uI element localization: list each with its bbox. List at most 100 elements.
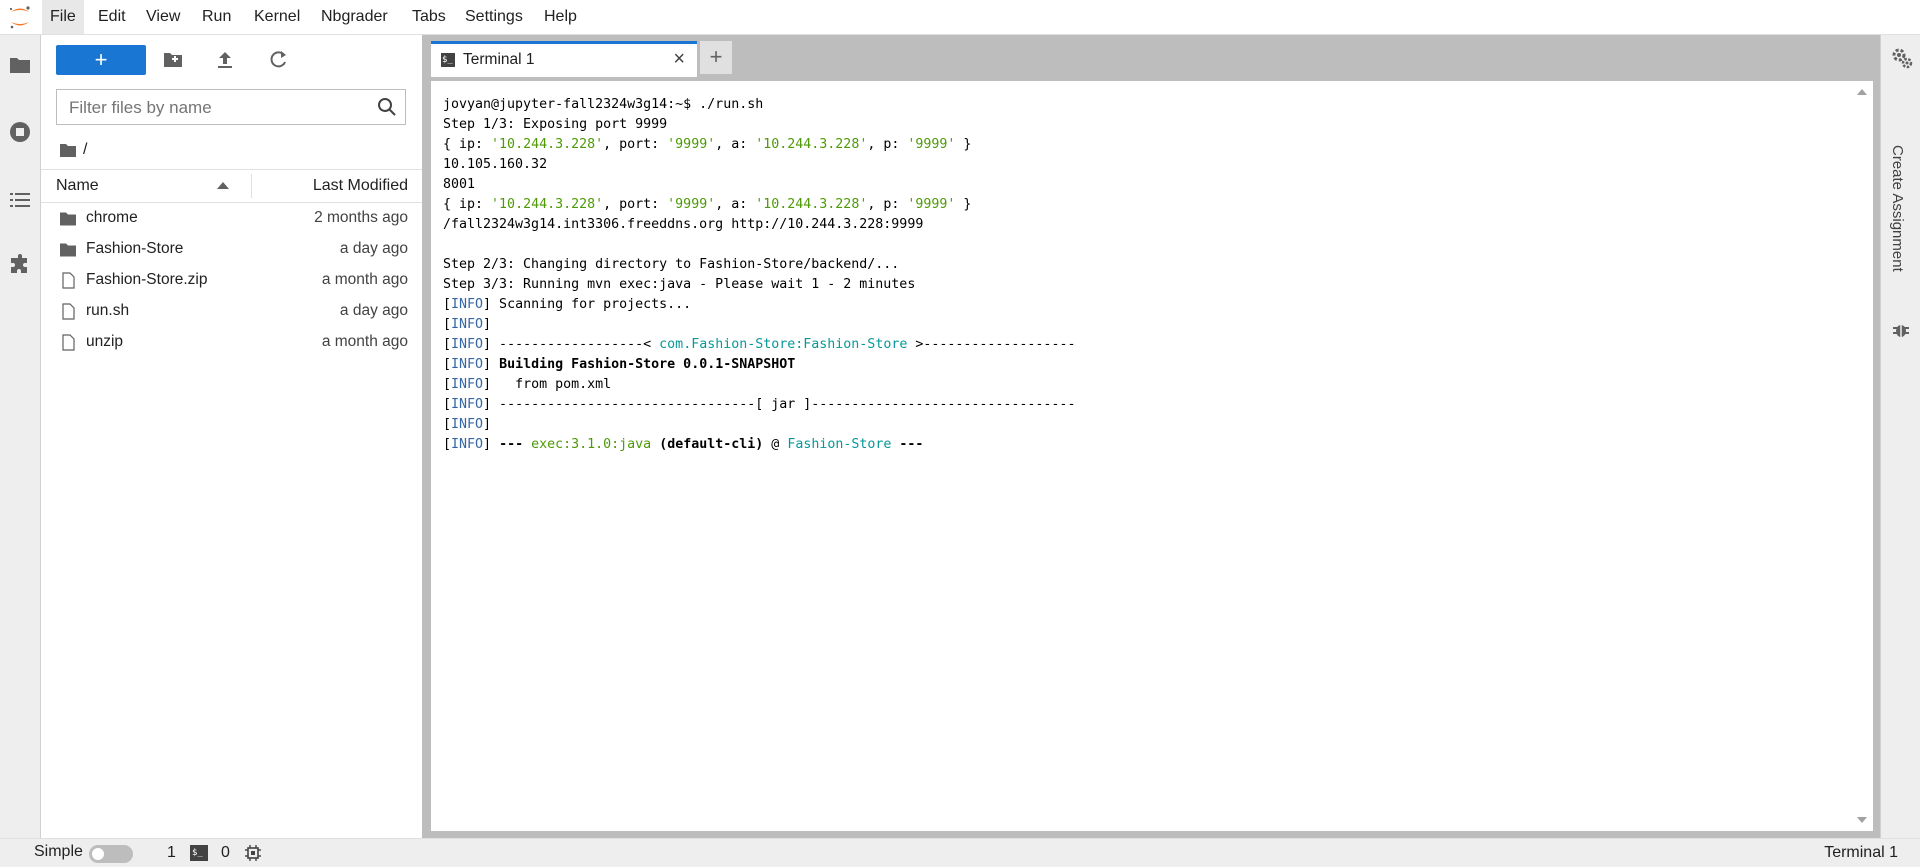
terminal-line: [INFO] (443, 315, 1843, 335)
terminal-output[interactable]: jovyan@jupyter-fall2324w3g14:~$ ./run.sh… (443, 95, 1843, 815)
terminal-text: ] Scanning for projects... (483, 297, 692, 312)
active-document-label: Terminal 1 (1824, 844, 1898, 861)
tab-bar: $_ Terminal 1 × + (423, 35, 1880, 77)
terminal-text: { ip: (443, 137, 492, 152)
terminal-line: 8001 (443, 175, 1843, 195)
terminal-text: { ip: (443, 197, 492, 212)
file-name: chrome (86, 209, 138, 226)
terminal-text: } (955, 137, 972, 152)
menu-edit[interactable]: Edit (90, 0, 134, 34)
terminal-line: [INFO] ------------------< com.Fashion-S… (443, 335, 1843, 355)
left-activity-bar (0, 35, 41, 838)
terminal-scrollbar[interactable] (1857, 89, 1867, 823)
file-name: Fashion-Store.zip (86, 271, 208, 288)
file-browser: + / Name Last Modified chrome 2 months a… (41, 35, 423, 838)
terminal-text: 10.105.160.32 (443, 157, 548, 172)
breadcrumb-root[interactable]: / (83, 141, 87, 159)
refresh-icon[interactable] (267, 49, 289, 71)
file-icon (62, 272, 75, 289)
terminal-text: exec:3.1.0:java (531, 437, 652, 452)
kernel-status-icon[interactable] (244, 844, 262, 862)
terminal-line: { ip: '10.244.3.228', port: '9999', a: '… (443, 195, 1843, 215)
close-icon[interactable]: × (673, 48, 685, 71)
terminal-line: Step 2/3: Changing directory to Fashion-… (443, 255, 1843, 275)
right-activity-bar: Create Assignment (1880, 35, 1920, 838)
search-icon[interactable] (377, 97, 397, 117)
file-modified: a month ago (321, 271, 408, 288)
terminal-text: ] --------------------------------[ jar … (483, 397, 1076, 412)
file-filter-input[interactable] (57, 90, 371, 126)
terminal-text: 8001 (443, 177, 476, 192)
file-name: Fashion-Store (86, 240, 184, 257)
terminal-text: (default-cli) (659, 437, 764, 452)
file-row-chrome[interactable]: chrome 2 months ago (41, 203, 422, 234)
new-folder-icon[interactable] (162, 49, 184, 71)
tab-terminal-1[interactable]: $_ Terminal 1 × (431, 41, 697, 77)
folder-icon[interactable] (8, 53, 32, 77)
terminal-text: INFO (451, 337, 484, 352)
menu-view[interactable]: View (138, 0, 188, 34)
folder-icon[interactable] (59, 142, 77, 158)
terminal-icon: $_ (441, 53, 455, 67)
file-name: run.sh (86, 302, 130, 319)
terminal-text: [ (443, 397, 452, 412)
terminal-text: [ (443, 317, 452, 332)
terminal-text: } (955, 197, 972, 212)
extension-icon[interactable] (8, 253, 32, 277)
terminal-icon[interactable]: $_ (190, 845, 208, 861)
add-tab-button[interactable]: + (700, 41, 732, 74)
terminal-text: '9999' (907, 137, 956, 152)
file-modified: a month ago (321, 333, 408, 350)
debugger-icon[interactable] (1891, 320, 1911, 340)
table-of-contents-icon[interactable] (8, 188, 32, 212)
menu-file[interactable]: File (42, 0, 84, 34)
terminal-text: --- (499, 437, 524, 452)
terminal-line: [INFO] (443, 415, 1843, 435)
terminal-panel[interactable]: jovyan@jupyter-fall2324w3g14:~$ ./run.sh… (431, 81, 1873, 831)
column-header-last-modified[interactable]: Last Modified (313, 177, 408, 195)
menu-bar: File Edit View Run Kernel Nbgrader Tabs … (0, 0, 1920, 35)
scroll-down-icon[interactable] (1857, 817, 1867, 823)
terminal-text: --- (899, 437, 924, 452)
file-modified: a day ago (339, 302, 408, 319)
kernel-count[interactable]: 1 (167, 844, 176, 862)
file-row-fashion-store[interactable]: Fashion-Store a day ago (41, 234, 422, 265)
upload-icon[interactable] (214, 49, 236, 71)
menu-nbgrader[interactable]: Nbgrader (313, 0, 396, 34)
simple-mode-toggle[interactable] (89, 845, 133, 863)
menu-settings[interactable]: Settings (457, 0, 531, 34)
terminal-text: INFO (451, 317, 484, 332)
menu-run[interactable]: Run (194, 0, 239, 34)
terminal-count[interactable]: 0 (221, 844, 230, 862)
scroll-up-icon[interactable] (1857, 89, 1867, 95)
column-header-name[interactable]: Name (56, 177, 99, 195)
toggle-knob (92, 848, 104, 860)
tab-label: Terminal 1 (463, 51, 535, 68)
new-launcher-button[interactable]: + (56, 45, 146, 75)
status-bar: Simple 1 $_ 0 Terminal 1 (0, 838, 1920, 867)
menu-kernel[interactable]: Kernel (246, 0, 308, 34)
menu-help[interactable]: Help (536, 0, 585, 34)
file-row-run-sh[interactable]: run.sh a day ago (41, 296, 422, 327)
file-modified: a day ago (339, 240, 408, 257)
sort-ascending-icon[interactable] (217, 182, 229, 189)
create-assignment-tab[interactable]: Create Assignment (1889, 145, 1906, 272)
terminal-text: INFO (451, 297, 484, 312)
terminal-line: [INFO] Building Fashion-Store 0.0.1-SNAP… (443, 355, 1843, 375)
file-icon (62, 303, 75, 320)
terminal-line: [INFO] --- exec:3.1.0:java (default-cli)… (443, 435, 1843, 455)
terminal-text: Step 2/3: Changing directory to Fashion-… (443, 257, 900, 272)
file-row-fashion-store-zip[interactable]: Fashion-Store.zip a month ago (41, 265, 422, 296)
terminal-line: [INFO] Scanning for projects... (443, 295, 1843, 315)
terminal-text: INFO (451, 357, 484, 372)
terminal-text: '10.244.3.228' (755, 137, 868, 152)
property-inspector-icon[interactable] (1890, 46, 1914, 70)
folder-icon (60, 212, 76, 226)
breadcrumb: / (59, 139, 87, 161)
file-icon (62, 334, 75, 351)
menu-tabs[interactable]: Tabs (404, 0, 454, 34)
running-sessions-icon[interactable] (8, 120, 32, 144)
file-row-unzip[interactable]: unzip a month ago (41, 327, 422, 358)
column-divider[interactable] (251, 174, 252, 198)
terminal-line: 10.105.160.32 (443, 155, 1843, 175)
